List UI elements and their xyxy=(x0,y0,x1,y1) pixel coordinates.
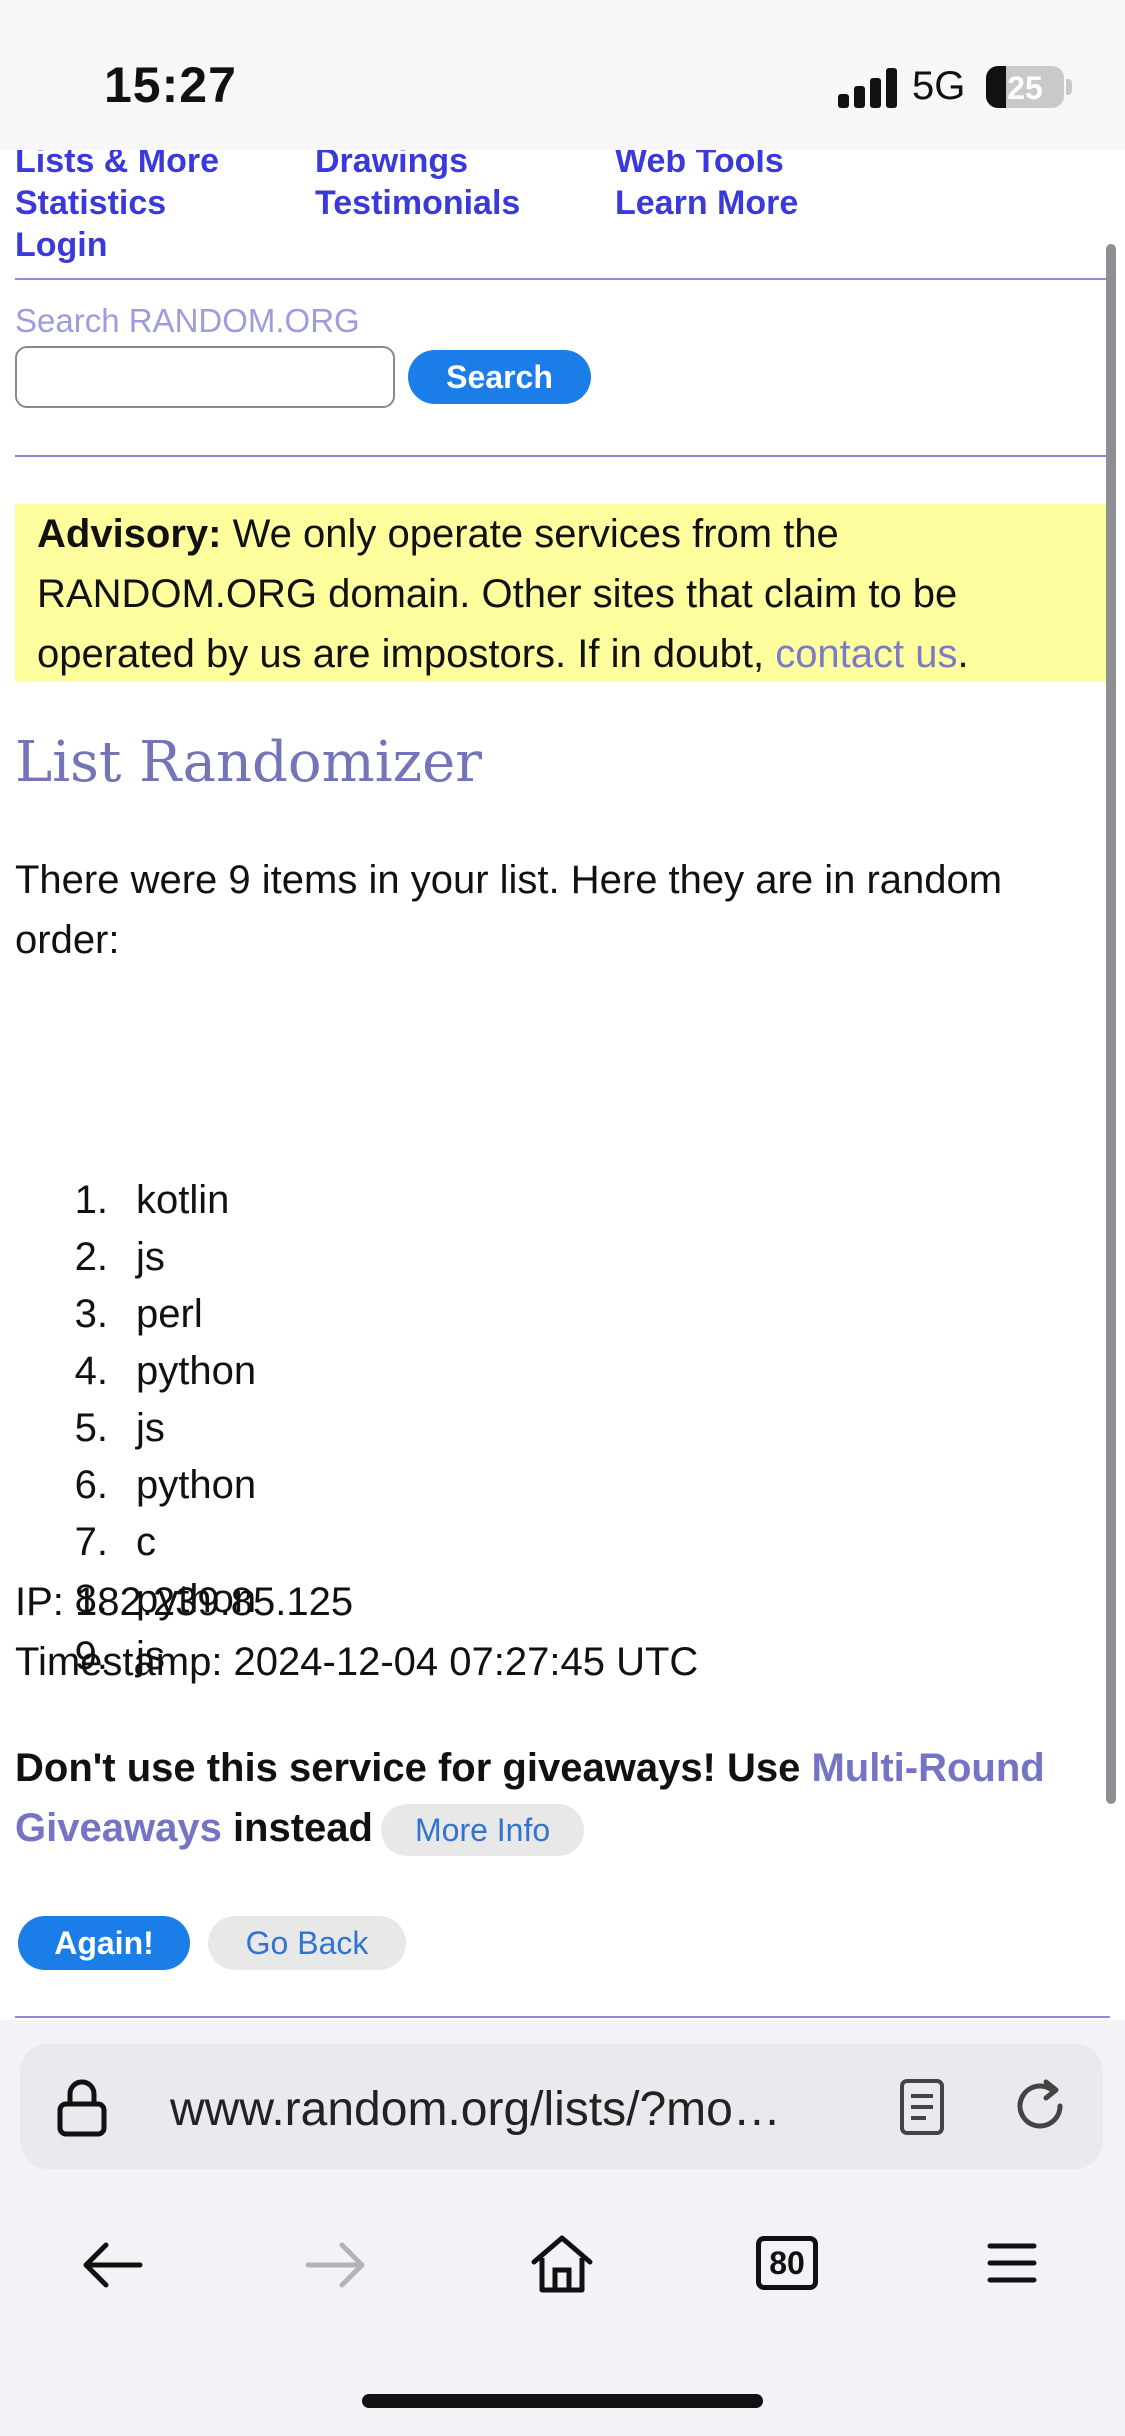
list-item: 3. perl xyxy=(74,1292,203,1336)
home-icon[interactable] xyxy=(528,2232,596,2296)
list-item: 1. kotlin xyxy=(74,1178,230,1222)
again-button[interactable]: Again! xyxy=(18,1916,190,1970)
advisory-banner: Advisory: We only operate services from … xyxy=(15,504,1115,682)
warning-text: Don't use this service for giveaways! Us… xyxy=(15,1746,812,1790)
divider xyxy=(15,2016,1110,2018)
forward-arrow-icon[interactable] xyxy=(304,2240,368,2290)
web-page: Lists & More Drawings Web Tools Statisti… xyxy=(0,150,1125,2020)
list-item: 2. js xyxy=(74,1235,165,1279)
reload-icon[interactable] xyxy=(1010,2076,1070,2136)
search-label: Search RANDOM.ORG xyxy=(15,302,360,339)
menu-icon[interactable] xyxy=(986,2240,1038,2286)
nav-link-lists[interactable]: Lists & More xyxy=(15,150,219,181)
more-info-button[interactable]: More Info xyxy=(380,1804,585,1857)
intro-text: There were 9 items in your list. Here th… xyxy=(15,858,1003,962)
status-bar: 15:27 5G 25 xyxy=(0,0,1125,150)
ip-address: IP: 182.239.85.125 xyxy=(15,1580,354,1624)
scrollbar[interactable] xyxy=(1106,244,1116,1804)
network-type: 5G xyxy=(912,64,966,108)
list-item: 4. python xyxy=(74,1349,257,1393)
home-indicator[interactable] xyxy=(362,2394,763,2408)
address-bar[interactable]: www.random.org/lists/?mo… xyxy=(20,2044,1103,2169)
cellular-signal-icon xyxy=(838,68,900,108)
giveaway-warning: Don't use this service for giveaways! Us… xyxy=(15,1738,1115,1858)
timestamp: Timestamp: 2024-12-04 07:27:45 UTC xyxy=(15,1640,699,1684)
advisory-heading: Advisory: xyxy=(37,512,222,556)
divider xyxy=(15,278,1110,280)
battery-level: 25 xyxy=(1007,70,1043,106)
nav-link-statistics[interactable]: Statistics xyxy=(15,184,166,223)
list-item: 6. python xyxy=(74,1463,257,1507)
back-arrow-icon[interactable] xyxy=(80,2240,144,2290)
nav-link-testimonials[interactable]: Testimonials xyxy=(315,184,520,223)
nav-link-login[interactable]: Login xyxy=(15,226,108,265)
url-text[interactable]: www.random.org/lists/?mo… xyxy=(170,2082,781,2137)
list-item: 5. js xyxy=(74,1406,165,1450)
nav-link-web-tools[interactable]: Web Tools xyxy=(615,150,784,181)
go-back-button[interactable]: Go Back xyxy=(208,1916,406,1970)
status-time: 15:27 xyxy=(104,57,237,113)
battery-icon: 25 xyxy=(986,66,1064,108)
tabs-button[interactable]: 80 xyxy=(756,2236,818,2290)
search-input[interactable] xyxy=(15,346,395,408)
list-item: 7. c xyxy=(74,1520,156,1564)
nav-link-drawings[interactable]: Drawings xyxy=(315,150,468,181)
nav-link-learn-more[interactable]: Learn More xyxy=(615,184,798,223)
search-button[interactable]: Search xyxy=(408,350,591,404)
divider xyxy=(15,455,1110,457)
advisory-end: . xyxy=(957,632,969,676)
page-title: List Randomizer xyxy=(15,730,483,795)
lock-icon xyxy=(57,2079,107,2137)
warning-after: instead xyxy=(221,1806,373,1850)
reader-mode-icon[interactable] xyxy=(898,2078,946,2136)
contact-us-link[interactable]: contact us xyxy=(775,632,957,676)
battery-tip xyxy=(1066,79,1072,95)
